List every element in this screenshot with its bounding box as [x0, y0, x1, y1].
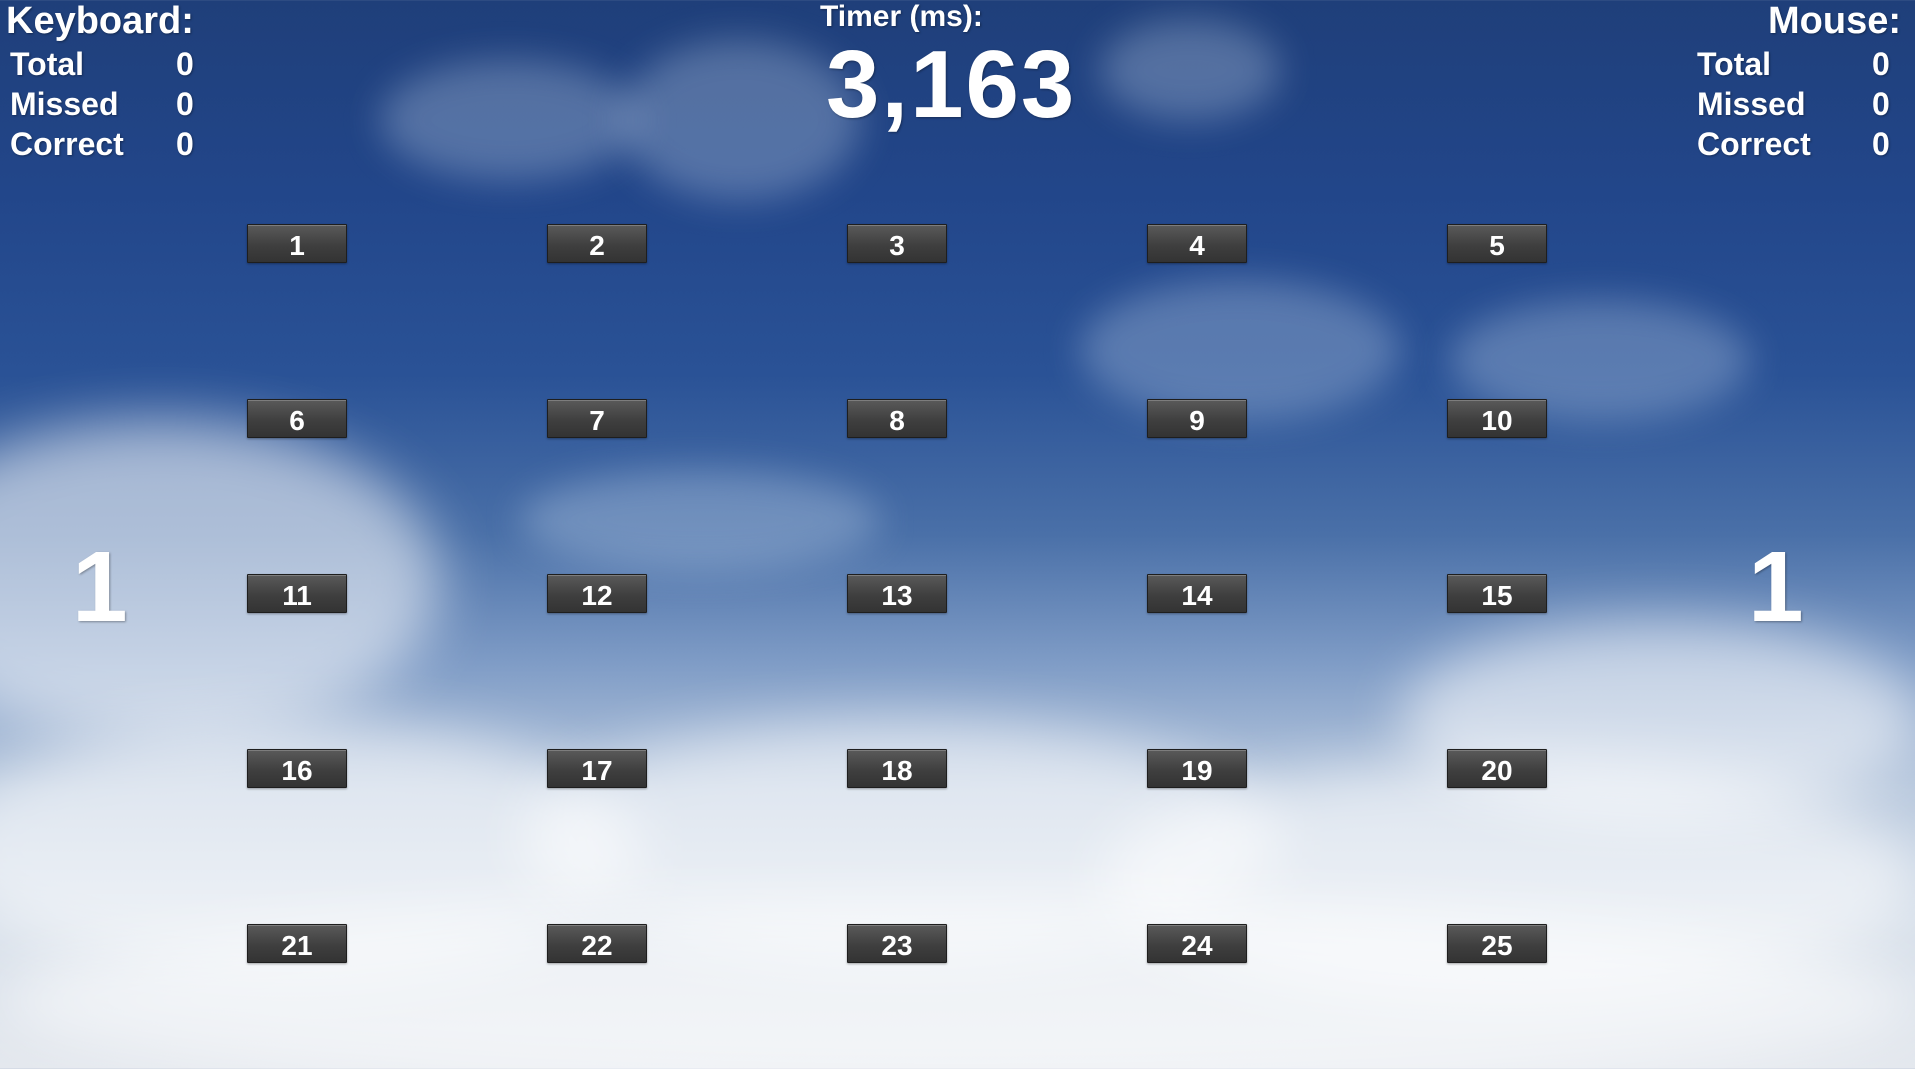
mouse-correct-value: 0 [1872, 126, 1890, 162]
grid-button-7[interactable]: 7 [547, 399, 647, 438]
grid-button-10[interactable]: 10 [1447, 399, 1547, 438]
grid-button-1[interactable]: 1 [247, 224, 347, 263]
keyboard-total-row: Total 0 [10, 46, 200, 86]
grid-button-11[interactable]: 11 [247, 574, 347, 613]
mouse-correct-row: Correct 0 [1697, 126, 1897, 166]
grid-button-6[interactable]: 6 [247, 399, 347, 438]
keyboard-total-value: 0 [176, 46, 194, 82]
keyboard-missed-label: Missed [10, 86, 119, 122]
timer-label: Timer (ms): [820, 0, 983, 33]
grid-button-18[interactable]: 18 [847, 749, 947, 788]
grid-button-13[interactable]: 13 [847, 574, 947, 613]
mouse-missed-row: Missed 0 [1697, 86, 1897, 126]
grid-button-16[interactable]: 16 [247, 749, 347, 788]
timer-value: 3,163 [826, 31, 1077, 138]
grid-button-12[interactable]: 12 [547, 574, 647, 613]
mouse-title: Mouse: [1768, 0, 1901, 42]
grid-button-3[interactable]: 3 [847, 224, 947, 263]
keyboard-missed-value: 0 [176, 86, 194, 122]
mouse-total-label: Total [1697, 46, 1772, 82]
grid-button-17[interactable]: 17 [547, 749, 647, 788]
grid-button-24[interactable]: 24 [1147, 924, 1247, 963]
keyboard-correct-row: Correct 0 [10, 126, 200, 166]
grid-button-25[interactable]: 25 [1447, 924, 1547, 963]
grid-button-5[interactable]: 5 [1447, 224, 1547, 263]
grid-button-19[interactable]: 19 [1147, 749, 1247, 788]
mouse-correct-label: Correct [1697, 126, 1811, 162]
keyboard-missed-row: Missed 0 [10, 86, 200, 126]
keyboard-correct-label: Correct [10, 126, 124, 162]
grid-button-15[interactable]: 15 [1447, 574, 1547, 613]
grid-button-23[interactable]: 23 [847, 924, 947, 963]
keyboard-correct-value: 0 [176, 126, 194, 162]
grid-button-22[interactable]: 22 [547, 924, 647, 963]
grid-button-14[interactable]: 14 [1147, 574, 1247, 613]
grid-button-21[interactable]: 21 [247, 924, 347, 963]
grid-button-8[interactable]: 8 [847, 399, 947, 438]
grid-button-4[interactable]: 4 [1147, 224, 1247, 263]
mouse-missed-value: 0 [1872, 86, 1890, 122]
keyboard-total-label: Total [10, 46, 85, 82]
grid-button-2[interactable]: 2 [547, 224, 647, 263]
keyboard-title: Keyboard: [6, 0, 194, 42]
grid-button-9[interactable]: 9 [1147, 399, 1247, 438]
mouse-missed-label: Missed [1697, 86, 1806, 122]
sky-background [0, 0, 1915, 1069]
keyboard-side-counter: 1 [72, 531, 128, 643]
mouse-side-counter: 1 [1748, 531, 1804, 643]
mouse-total-row: Total 0 [1697, 46, 1897, 86]
grid-button-20[interactable]: 20 [1447, 749, 1547, 788]
mouse-total-value: 0 [1872, 46, 1890, 82]
